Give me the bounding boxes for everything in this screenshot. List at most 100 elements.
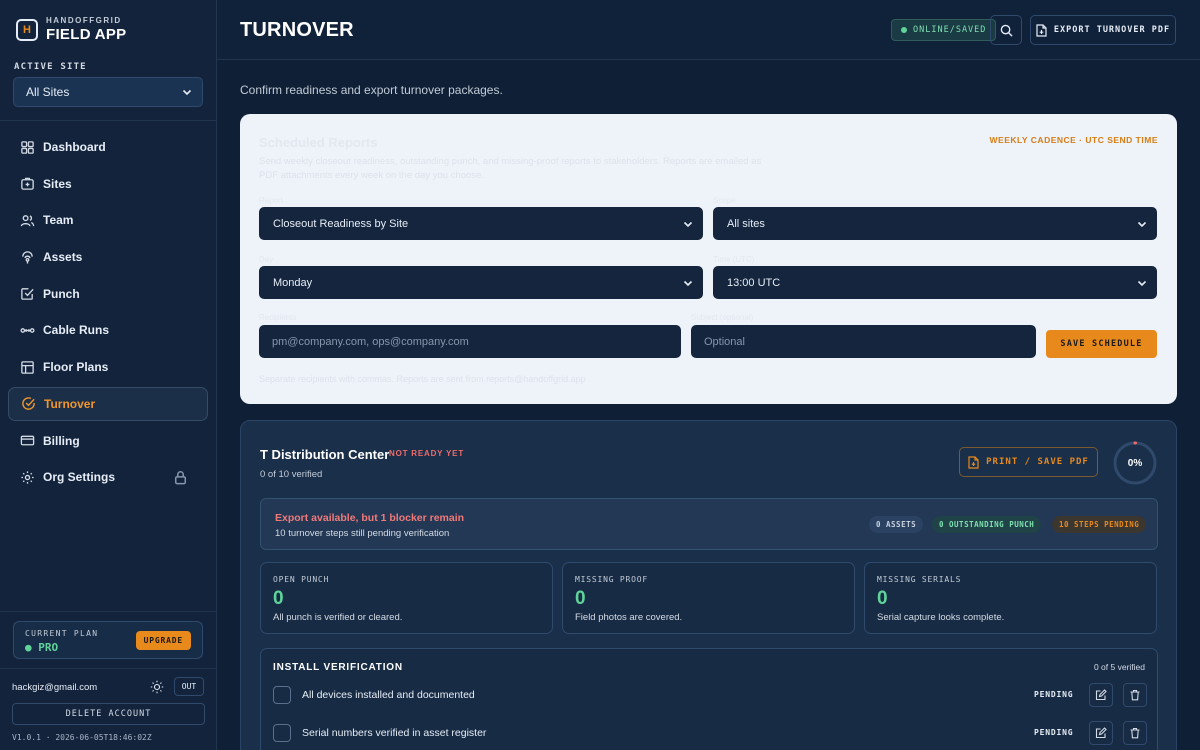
sidebar-item-label: Floor Plans	[43, 360, 109, 375]
subject-input[interactable]: Optional	[691, 325, 1036, 358]
plan-name: PRO	[38, 641, 59, 654]
metric-label: MISSING SERIALS	[877, 575, 962, 584]
print-label: PRINT / SAVE PDF	[986, 457, 1089, 467]
sidebar-item-label: Cable Runs	[43, 323, 110, 338]
recipients-input[interactable]: pm@company.com, ops@company.com	[259, 325, 681, 358]
install-verification-title: INSTALL VERIFICATION	[273, 662, 403, 673]
sidebar-item-label: Sites	[43, 176, 72, 191]
assets-count-chip: 0 ASSETS	[869, 516, 924, 533]
step-checkbox[interactable]	[273, 686, 291, 704]
brand-logo-icon: H	[16, 18, 38, 41]
report-type-select[interactable]: Closeout Readiness by Site	[259, 207, 703, 240]
sidebar-item-label: Org Settings	[43, 470, 116, 485]
sidebar-item-label: Team	[43, 213, 74, 228]
blocker-banner: Export available, but 1 blocker remain 1…	[260, 498, 1158, 550]
sidebar-item-assets[interactable]: Assets	[8, 240, 208, 274]
delete-step-button[interactable]	[1123, 721, 1147, 745]
turnover-icon	[22, 397, 35, 411]
status-dot-icon	[901, 27, 907, 33]
file-export-icon	[1036, 23, 1047, 37]
time-value: 13:00 UTC	[727, 276, 781, 289]
cadence-label: WEEKLY CADENCE · UTC SEND TIME	[989, 135, 1158, 145]
sidebar-item-label: Dashboard	[43, 140, 106, 154]
sidebar-item-sites[interactable]: Sites	[8, 167, 208, 201]
sidebar-item-floor-plans[interactable]: Floor Plans	[8, 350, 208, 384]
report-field-label: Report	[259, 196, 284, 205]
sidebar-item-turnover[interactable]: Turnover	[8, 386, 208, 421]
sidebar-item-label: Punch	[43, 286, 80, 301]
sidebar-item-dashboard[interactable]: Dashboard	[8, 130, 208, 164]
sidebar-item-cable-runs[interactable]: Cable Runs	[8, 313, 208, 347]
file-export-icon	[968, 455, 979, 469]
day-select[interactable]: Monday	[259, 266, 703, 299]
brand-subtitle: HANDOFFGRID	[46, 16, 122, 25]
list-item: Serial numbers verified in asset registe…	[273, 720, 1147, 746]
sidebar-item-punch[interactable]: Punch	[8, 277, 208, 311]
trash-icon	[1130, 727, 1140, 739]
step-label: Serial numbers verified in asset registe…	[302, 727, 487, 739]
step-status: PENDING	[1034, 690, 1074, 699]
edit-step-button[interactable]	[1089, 721, 1113, 745]
install-verification-section: INSTALL VERIFICATION 0 of 5 verified All…	[260, 648, 1158, 750]
day-value: Monday	[273, 276, 313, 289]
edit-step-button[interactable]	[1089, 683, 1113, 707]
trash-icon	[1130, 689, 1140, 701]
gear-icon	[21, 471, 34, 484]
metric-missing-serials: MISSING SERIALS 0 Serial capture looks c…	[864, 562, 1157, 634]
sign-out-button[interactable]: OUT	[174, 677, 204, 696]
chevron-down-icon	[182, 89, 192, 96]
outstanding-punch-chip: 0 OUTSTANDING PUNCH	[932, 516, 1042, 533]
day-field-label: Day	[259, 255, 274, 264]
user-email: hackgiz@gmail.com	[12, 682, 98, 693]
active-site-label: ACTIVE SITE	[14, 62, 87, 72]
schedule-footnote: Separate recipients with commas. Reports…	[259, 374, 586, 384]
edit-icon	[1095, 689, 1107, 701]
scheduled-reports-card: Scheduled Reports Send weekly closeout r…	[240, 114, 1177, 404]
scope-value: All sites	[727, 217, 765, 230]
app-version: V1.0.1 · 2026-06-05T18:46:02Z	[12, 733, 152, 742]
scope-select[interactable]: All sites	[713, 207, 1157, 240]
billing-icon	[20, 435, 35, 446]
theme-toggle-sun-icon[interactable]	[150, 680, 164, 694]
punch-icon	[21, 288, 34, 301]
brand[interactable]: H HANDOFFGRID FIELD APP	[16, 16, 126, 43]
sidebar-item-org-settings[interactable]: Org Settings	[8, 460, 208, 494]
site-verified-count: 0 of 10 verified	[260, 469, 323, 480]
sidebar-item-team[interactable]: Team	[8, 203, 208, 237]
delete-step-button[interactable]	[1123, 683, 1147, 707]
export-turnover-pdf-button[interactable]: EXPORT TURNOVER PDF	[1030, 15, 1176, 45]
status-badge: ONLINE/SAVED	[891, 19, 997, 41]
time-select[interactable]: 13:00 UTC	[713, 266, 1157, 299]
step-status: PENDING	[1034, 728, 1074, 737]
step-checkbox[interactable]	[273, 724, 291, 742]
status-text: ONLINE/SAVED	[913, 25, 987, 35]
team-icon	[20, 215, 35, 227]
sidebar-item-billing[interactable]: Billing	[8, 424, 208, 458]
sidebar-divider	[0, 668, 217, 669]
current-plan-card: CURRENT PLAN ● PRO UPGRADE	[13, 621, 203, 659]
scheduled-reports-title: Scheduled Reports	[259, 135, 378, 150]
time-field-label: Time (UTC)	[713, 255, 755, 264]
sidebar-item-label: Assets	[43, 250, 83, 265]
scope-field-label: Scope	[713, 196, 736, 205]
lock-icon	[174, 471, 187, 485]
active-site-select[interactable]: All Sites	[13, 77, 203, 107]
delete-account-button[interactable]: DELETE ACCOUNT	[12, 703, 205, 725]
sidebar: H HANDOFFGRID FIELD APP ACTIVE SITE All …	[0, 0, 217, 750]
chevron-down-icon	[1137, 221, 1147, 227]
search-button[interactable]	[990, 15, 1022, 45]
metric-value: 0	[273, 588, 284, 609]
save-schedule-button[interactable]: SAVE SCHEDULE	[1046, 330, 1157, 358]
active-site-value: All Sites	[26, 85, 70, 99]
step-label: All devices installed and documented	[302, 689, 475, 701]
page-subtitle: Confirm readiness and export turnover pa…	[240, 83, 503, 97]
sidebar-item-label: Billing	[43, 433, 80, 448]
metric-description: All punch is verified or cleared.	[273, 612, 403, 623]
sites-icon	[21, 177, 34, 190]
scheduled-reports-description: Send weekly closeout readiness, outstand…	[259, 156, 762, 181]
print-save-pdf-button[interactable]: PRINT / SAVE PDF	[959, 447, 1098, 477]
upgrade-button[interactable]: UPGRADE	[135, 631, 191, 650]
search-icon	[1000, 24, 1013, 37]
blocker-description: 10 turnover steps still pending verifica…	[275, 528, 450, 539]
cable-icon	[20, 328, 35, 333]
